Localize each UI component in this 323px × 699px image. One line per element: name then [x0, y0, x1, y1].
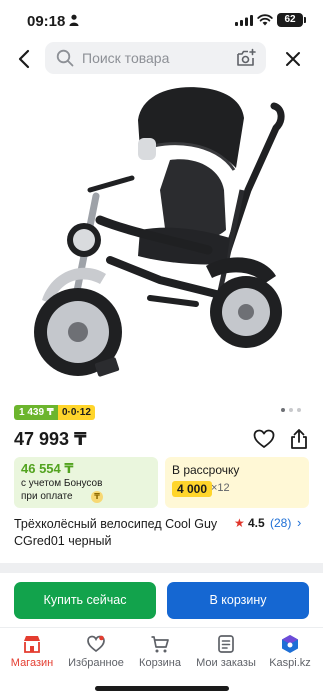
installment-amount: 4 000 [172, 481, 213, 497]
tab-shop[interactable]: Магазин [0, 634, 64, 674]
chevron-right-icon[interactable]: › [297, 515, 301, 530]
share-icon[interactable] [289, 428, 309, 450]
tab-label: Избранное [68, 657, 124, 669]
back-button[interactable] [12, 46, 36, 72]
bonus-caption: с учетом Бонусов [21, 478, 103, 489]
tab-kaspi[interactable]: Kaspi.kz [258, 634, 322, 674]
kaspi-app-icon [282, 635, 298, 653]
installment-months: ×12 [211, 482, 230, 494]
installment-title: В рассрочку [172, 463, 240, 477]
installment-badge: 0·0·12 [58, 405, 95, 420]
cart-icon [151, 636, 169, 653]
reviews-link[interactable]: (28) [270, 516, 291, 530]
add-to-cart-button[interactable]: В корзину [167, 582, 309, 619]
home-indicator [95, 686, 229, 691]
tab-label: Мои заказы [196, 657, 256, 669]
close-button[interactable] [280, 46, 306, 72]
heart-icon [87, 635, 105, 653]
orders-icon [218, 635, 234, 653]
bonus-coin-icon: ₸ [91, 491, 103, 503]
tab-orders[interactable]: Мои заказы [194, 634, 258, 674]
action-bar: Купить сейчас В корзину [0, 573, 323, 627]
bonus-caption-payment: при оплате [21, 491, 73, 502]
tab-label: Корзина [139, 657, 181, 669]
shop-icon [24, 636, 40, 653]
wifi-icon [257, 14, 273, 26]
tab-label: Магазин [10, 657, 54, 669]
bonus-price: 46 554 ₸ [21, 461, 74, 476]
bonus-price-card[interactable]: 46 554 ₸ с учетом Бонусов при оплате ₸ [14, 457, 158, 508]
tab-favorites[interactable]: Избранное [64, 634, 128, 674]
camera-icon[interactable] [236, 48, 257, 68]
chevron-left-icon [18, 49, 30, 69]
status-time: 09:18 [27, 13, 66, 30]
heart-icon[interactable] [253, 429, 275, 449]
tab-label: Kaspi.kz [269, 657, 311, 669]
carousel-dot [281, 408, 285, 412]
person-icon [69, 14, 79, 26]
battery-icon: 62 [277, 13, 306, 27]
status-bar: 09:18 62 [0, 0, 323, 40]
search-input[interactable]: Поиск товара [45, 42, 266, 74]
product-title: Трёхколёсный велосипед Cool Guy CGred01 … [14, 517, 218, 548]
buy-now-button[interactable]: Купить сейчас [14, 582, 156, 619]
star-icon: ★ [234, 516, 245, 530]
signal-icon [235, 15, 253, 26]
rating-value: 4.5 [248, 516, 265, 530]
carousel-dots [281, 408, 301, 412]
product-image[interactable] [20, 80, 303, 400]
carousel-dot [297, 408, 301, 412]
search-placeholder: Поиск товара [82, 50, 170, 66]
carousel-dot [289, 408, 293, 412]
close-icon [286, 52, 300, 66]
search-icon [56, 49, 74, 67]
top-bar: Поиск товара [0, 40, 323, 78]
installment-card[interactable]: В рассрочку 4 000 ×12 [165, 457, 309, 508]
bonus-badge: 1 439 ₸ [14, 405, 59, 420]
section-divider [0, 563, 323, 573]
product-price: 47 993 ₸ [14, 429, 87, 449]
tab-cart[interactable]: Корзина [128, 634, 192, 674]
